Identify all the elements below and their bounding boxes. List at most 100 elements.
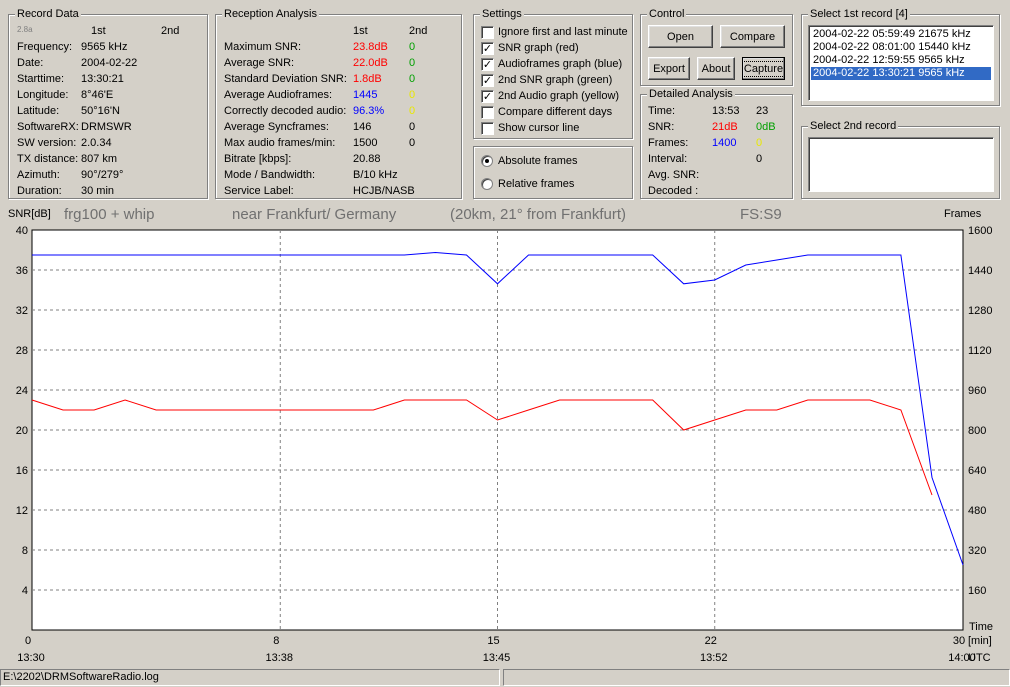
reception-value-2nd: 0 xyxy=(409,137,416,149)
about-button[interactable]: About xyxy=(697,57,735,80)
setting-checkbox[interactable]: ✓ xyxy=(481,74,494,87)
frames-mode-radio-label[interactable]: Absolute frames xyxy=(498,155,577,168)
record-value: 50°16'N xyxy=(81,105,120,117)
reception-value-2nd: 0 xyxy=(409,57,416,69)
record-value: 807 km xyxy=(81,153,118,165)
y2-tick-label: 1600 xyxy=(968,225,992,237)
reception-label: Correctly decoded audio: xyxy=(224,105,347,117)
settings-title: Settings xyxy=(480,8,524,21)
frames-mode-radio[interactable] xyxy=(481,155,493,167)
reception-col2: 2nd xyxy=(409,25,428,37)
y-tick-label: 24 xyxy=(16,385,28,397)
x-tick-minutes: 22 xyxy=(705,635,717,647)
record-label: TX distance: xyxy=(17,153,79,165)
record-value: 13:30:21 xyxy=(81,73,124,85)
record-value: 9565 kHz xyxy=(81,41,128,53)
setting-checkbox-label[interactable]: Ignore first and last minute xyxy=(498,26,628,39)
timezone-label: UTC xyxy=(968,652,991,664)
setting-checkbox[interactable]: ✓ xyxy=(481,90,494,103)
capture-button[interactable]: Capture xyxy=(741,57,786,80)
reception-value-1st: 146 xyxy=(353,121,372,133)
setting-checkbox-label[interactable]: 2nd Audio graph (yellow) xyxy=(498,90,619,103)
record-list-item[interactable]: 2004-02-22 12:59:55 9565 kHz xyxy=(811,54,991,67)
select-2nd-record-group: Select 2nd record xyxy=(801,120,1000,199)
y2-tick-label: 800 xyxy=(968,425,986,437)
x-tick-minutes: 15 xyxy=(487,635,499,647)
second-record-listbox[interactable] xyxy=(808,137,994,192)
reception-label: Bitrate [kbps]: xyxy=(224,153,292,165)
detailed-analysis-title: Detailed Analysis xyxy=(647,88,735,101)
detailed-value-1st: 13:53 xyxy=(712,105,740,117)
record-list-item[interactable]: 2004-02-22 05:59:49 21675 kHz xyxy=(811,28,991,41)
x-tick-time: 13:52 xyxy=(700,652,728,664)
frames-mode-group: Absolute frames Relative frames xyxy=(473,146,633,199)
reception-value-2nd: 0 xyxy=(409,41,416,53)
y2-tick-label: 320 xyxy=(968,545,986,557)
control-title: Control xyxy=(647,8,687,21)
y2-tick-label: 1440 xyxy=(968,265,992,277)
y-tick-label: 20 xyxy=(16,425,28,437)
record-label: Frequency: xyxy=(17,41,73,53)
reception-value-1st: 1500 xyxy=(353,137,378,149)
compare-button[interactable]: Compare xyxy=(720,25,785,48)
record-label: SoftwareRX: xyxy=(17,121,79,133)
y2-tick-label: 960 xyxy=(968,385,986,397)
record-list-item[interactable]: 2004-02-22 13:30:21 9565 kHz xyxy=(811,67,991,80)
record-value: 2004-02-22 xyxy=(81,57,138,69)
reception-value-1st: 23.8dB xyxy=(353,41,388,53)
setting-checkbox-label[interactable]: SNR graph (red) xyxy=(498,42,579,55)
record-label: Longitude: xyxy=(17,89,69,101)
frames-mode-radio-label[interactable]: Relative frames xyxy=(498,178,574,191)
y2-tick-label: 640 xyxy=(968,465,986,477)
reception-label: Max audio frames/min: xyxy=(224,137,336,149)
select-2nd-record-title: Select 2nd record xyxy=(808,120,899,133)
setting-checkbox[interactable] xyxy=(481,26,494,39)
x-tick-time: 13:38 xyxy=(266,652,294,664)
y2-tick-label: 1120 xyxy=(968,345,992,357)
reception-value-1st: 96.3% xyxy=(353,105,385,117)
snr-frames-chart[interactable]: 4 8 12 16 20 24 28 32 36 40 160 320 480 640 800 960 1120… xyxy=(0,206,1010,666)
setting-checkbox[interactable]: ✓ xyxy=(481,42,494,55)
reception-label: Standard Deviation SNR: xyxy=(224,73,347,85)
record-list-item[interactable]: 2004-02-22 08:01:00 15440 kHz xyxy=(811,41,991,54)
y-tick-label: 12 xyxy=(16,505,28,517)
reception-value-2nd: 0 xyxy=(409,89,416,101)
setting-checkbox-label[interactable]: Show cursor line xyxy=(498,122,579,135)
record-label: SW version: xyxy=(17,137,77,149)
export-button[interactable]: Export xyxy=(648,57,690,80)
version-label: 2.8a xyxy=(17,25,33,34)
reception-label: Service Label: xyxy=(224,185,294,197)
x-tick-time: 13:45 xyxy=(483,652,511,664)
detailed-label: SNR: xyxy=(648,121,675,133)
open-button[interactable]: Open xyxy=(648,25,713,48)
setting-checkbox[interactable]: ✓ xyxy=(481,58,494,71)
first-record-listbox[interactable]: 2004-02-22 05:59:49 21675 kHz 2004-02-22 … xyxy=(808,25,994,101)
record-value: 2.0.34 xyxy=(81,137,112,149)
reception-label: Average Audioframes: xyxy=(224,89,333,101)
x-unit-label: [min] xyxy=(968,635,992,647)
x-tick-minutes: 30 xyxy=(953,635,965,647)
setting-checkbox[interactable] xyxy=(481,106,494,119)
record-value: 90°/279° xyxy=(81,169,124,181)
setting-checkbox-label[interactable]: Audioframes graph (blue) xyxy=(498,58,622,71)
capture-button-label: Capture xyxy=(741,60,786,77)
reception-label: Average SNR: xyxy=(224,57,295,69)
record-col2: 2nd xyxy=(161,25,180,37)
y-tick-label: 8 xyxy=(22,545,28,557)
select-1st-record-group: Select 1st record [4] 2004-02-22 05:59:4… xyxy=(801,8,1000,106)
setting-checkbox-label[interactable]: Compare different days xyxy=(498,106,612,119)
setting-checkbox-label[interactable]: 2nd SNR graph (green) xyxy=(498,74,612,87)
setting-checkbox[interactable] xyxy=(481,122,494,135)
record-label: Date: xyxy=(17,57,44,69)
reception-label: Average Syncframes: xyxy=(224,121,329,133)
frames-mode-radio[interactable] xyxy=(481,178,493,190)
record-label: Starttime: xyxy=(17,73,65,85)
x-tick-minutes: 8 xyxy=(273,635,279,647)
reception-value-2nd: 0 xyxy=(409,105,416,117)
control-group: Control Open Compare Export About Captur… xyxy=(640,8,793,86)
reception-analysis-group: Reception Analysis 1st 2nd Maximum SNR: 2… xyxy=(215,8,462,199)
status-log-path: E:\2202\DRMSoftwareRadio.log xyxy=(0,669,500,686)
detailed-label: Avg. SNR: xyxy=(648,169,700,181)
detailed-value-2nd: 0 xyxy=(756,153,763,165)
reception-value-1st: 1445 xyxy=(353,89,378,101)
